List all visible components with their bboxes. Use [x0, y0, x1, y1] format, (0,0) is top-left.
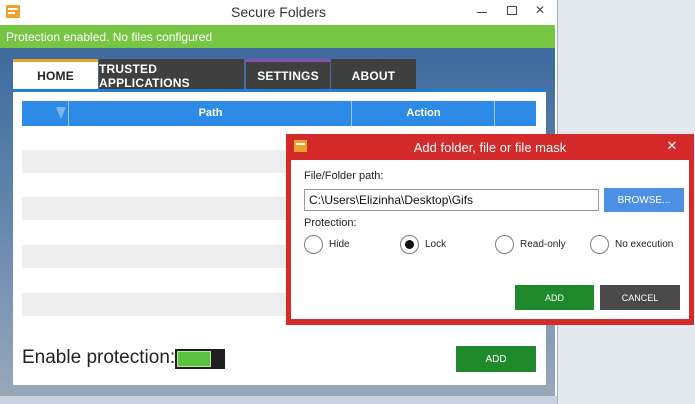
- radio-circle: [495, 234, 514, 254]
- dialog-close-button[interactable]: ✕: [660, 137, 684, 155]
- dialog-body: File/Folder path: BROWSE... Protection: …: [291, 160, 689, 319]
- minimize-icon: [477, 11, 487, 13]
- radio-label: Lock: [425, 238, 447, 250]
- tab-home[interactable]: HOME: [13, 59, 98, 89]
- radio-no-execution[interactable]: No execution: [590, 234, 673, 254]
- radio-label: No execution: [615, 238, 674, 250]
- radio-hide[interactable]: Hide: [304, 234, 350, 254]
- filter-icon: [56, 107, 66, 119]
- column-header-path[interactable]: Path: [70, 101, 352, 126]
- table-header: Path Action: [22, 101, 536, 126]
- radio-circle: [304, 234, 323, 254]
- status-banner: Protection enabled. No files configured: [0, 25, 555, 48]
- maximize-button[interactable]: [497, 0, 527, 20]
- radio-label: Hide: [329, 238, 350, 250]
- radio-circle-selected: [400, 234, 419, 254]
- dialog-cancel-button[interactable]: CANCEL: [600, 285, 680, 310]
- enable-protection-label: Enable protection:: [22, 347, 176, 368]
- browse-button[interactable]: BROWSE...: [604, 188, 684, 212]
- path-label: File/Folder path:: [304, 170, 384, 182]
- protection-label: Protection:: [304, 217, 357, 229]
- dialog-title: Add folder, file or file mask: [413, 140, 567, 155]
- close-icon: ✕: [666, 138, 678, 153]
- radio-lock[interactable]: Lock: [400, 234, 446, 254]
- radio-circle: [590, 234, 609, 254]
- column-header-filter[interactable]: [22, 101, 69, 126]
- path-input[interactable]: [304, 189, 599, 211]
- tab-underline: [13, 89, 546, 92]
- tab-label: ABOUT: [351, 68, 396, 83]
- add-folder-dialog: Add folder, file or file mask ✕ File/Fol…: [286, 134, 694, 325]
- radio-read-only[interactable]: Read-only: [495, 234, 566, 254]
- dialog-title-bar: Add folder, file or file mask ✕: [286, 134, 694, 159]
- tab-label: HOME: [37, 68, 74, 83]
- dialog-add-button[interactable]: ADD: [515, 285, 594, 310]
- tab-label: TRUSTED APPLICATIONS: [99, 61, 190, 90]
- tab-label: SETTINGS: [257, 68, 319, 83]
- maximize-icon: [507, 5, 517, 15]
- protection-toggle[interactable]: [175, 349, 225, 369]
- column-header-action[interactable]: Action: [353, 101, 495, 126]
- minimize-button[interactable]: [467, 0, 497, 20]
- tab-settings[interactable]: SETTINGS: [246, 59, 330, 89]
- tab-trusted-applications[interactable]: TRUSTED APPLICATIONS: [99, 59, 244, 90]
- add-button[interactable]: ADD: [456, 346, 536, 372]
- title-bar: Secure Folders ✕: [0, 0, 557, 25]
- close-icon: ✕: [534, 3, 546, 17]
- radio-label: Read-only: [520, 238, 566, 250]
- toggle-on-indicator: [177, 351, 211, 367]
- desktop-background-bottom: [0, 396, 557, 404]
- protection-options: Hide Lock Read-only No execution: [304, 234, 689, 256]
- tab-about[interactable]: ABOUT: [331, 59, 416, 89]
- close-button[interactable]: ✕: [525, 0, 555, 20]
